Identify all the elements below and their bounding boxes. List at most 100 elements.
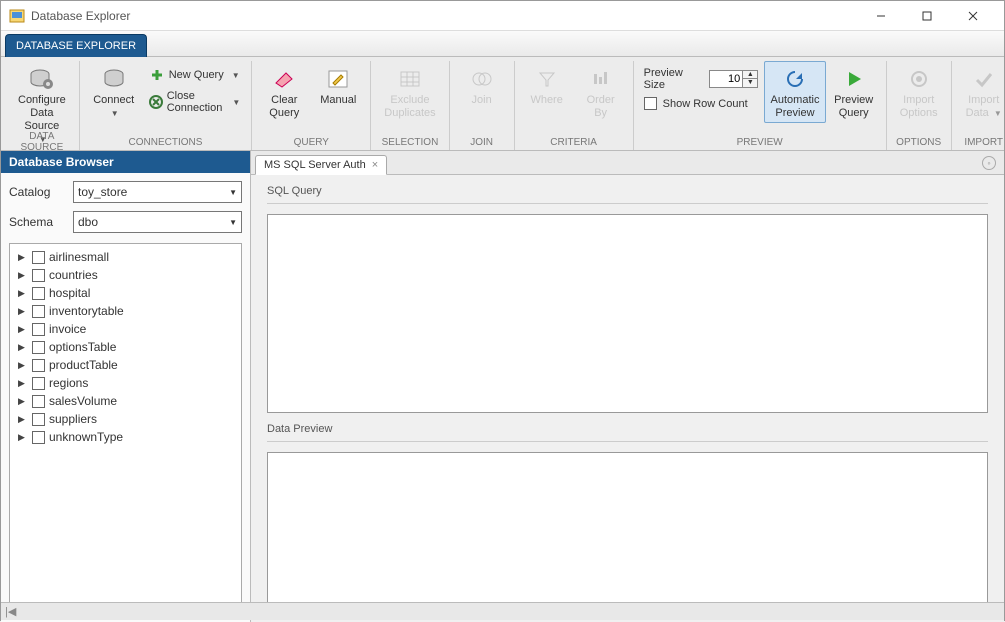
exclude-duplicates-button[interactable]: Exclude Duplicates [377, 61, 442, 123]
tree-node[interactable]: ▶ regions [12, 374, 239, 392]
order-by-button[interactable]: Order By [575, 61, 627, 123]
minimize-button[interactable] [858, 1, 904, 31]
database-connect-icon [101, 66, 127, 92]
exclude-label: Exclude Duplicates [384, 94, 435, 120]
close-button[interactable] [950, 1, 996, 31]
preview-size-input[interactable] [709, 70, 743, 88]
sidebar: Database Browser Catalog toy_store ▼ Sch… [1, 151, 251, 622]
sql-query-box[interactable] [267, 214, 988, 413]
expand-icon[interactable]: ▶ [18, 378, 28, 389]
join-button[interactable]: Join [456, 61, 508, 110]
where-button[interactable]: Where [521, 61, 573, 110]
chevron-down-icon: ▼ [229, 218, 237, 227]
tree-node-label: suppliers [49, 412, 97, 426]
expand-icon[interactable]: ▶ [18, 306, 28, 317]
tree-node[interactable]: ▶inventorytable [12, 302, 239, 320]
close-tab-icon[interactable]: × [372, 159, 378, 171]
tree-node[interactable]: ▶optionsTable [12, 338, 239, 356]
group-label-connections: CONNECTIONS [86, 137, 246, 150]
chevron-down-icon: ▼ [229, 188, 237, 197]
tree-node[interactable]: ▶ salesVolume [12, 392, 239, 410]
tree-node[interactable]: ▶ suppliers [12, 410, 239, 428]
tree-checkbox[interactable] [32, 413, 45, 426]
tree-node[interactable]: ▶ invoice [12, 320, 239, 338]
schema-select[interactable]: dbo ▼ [73, 211, 242, 233]
tab-database-explorer[interactable]: DATABASE EXPLORER [5, 34, 147, 57]
catalog-label: Catalog [9, 185, 65, 199]
document-tab-label: MS SQL Server Auth [264, 159, 366, 171]
close-connection-label: Close Connection [167, 90, 225, 114]
tree-node-label: regions [49, 376, 88, 390]
expand-icon[interactable]: ▶ [18, 414, 28, 425]
expand-icon[interactable]: ▶ [18, 342, 28, 353]
data-preview-label: Data Preview [267, 423, 988, 435]
dropdown-icon: ▼ [111, 109, 119, 118]
tree-node[interactable]: ▶productTable [12, 356, 239, 374]
group-label-import: IMPORT [958, 137, 1005, 150]
orderby-label: Order By [587, 94, 615, 120]
tree-checkbox[interactable] [32, 431, 45, 444]
automatic-preview-button[interactable]: Automatic Preview [764, 61, 825, 123]
data-preview-box[interactable] [267, 452, 988, 612]
sql-query-label: SQL Query [267, 185, 988, 197]
expand-icon[interactable]: ▶ [18, 324, 28, 335]
import-data-button[interactable]: Import Data ▼ [958, 61, 1005, 123]
show-row-count-checkbox[interactable] [644, 97, 657, 110]
table-tree[interactable]: ▶airlinesmall▶countries▶hospital▶invento… [9, 243, 242, 614]
expand-icon[interactable]: ▶ [18, 396, 28, 407]
import-options-button[interactable]: Import Options [893, 61, 945, 123]
maximize-button[interactable] [904, 1, 950, 31]
ribbon-group-import: Import Data ▼ IMPORT [952, 61, 1005, 150]
tree-node[interactable]: ▶hospital [12, 284, 239, 302]
tree-checkbox[interactable] [32, 377, 45, 390]
tab-options-icon[interactable]: ◦ [982, 156, 996, 170]
tree-checkbox[interactable] [32, 251, 45, 264]
tree-checkbox[interactable] [32, 269, 45, 282]
tree-node-label: salesVolume [49, 394, 117, 408]
dropdown-icon: ▼ [232, 71, 240, 80]
tree-checkbox[interactable] [32, 305, 45, 318]
connect-button[interactable]: Connect▼ [86, 61, 142, 123]
gear-icon [908, 66, 930, 92]
refresh-icon [784, 66, 806, 92]
tree-node-label: unknownType [49, 430, 123, 444]
tabstrip: DATABASE EXPLORER [1, 31, 1004, 57]
database-gear-icon [29, 66, 55, 92]
expand-icon[interactable]: ▶ [18, 360, 28, 371]
configure-label: Configure Data Source [18, 94, 66, 132]
close-connection-button[interactable]: Close Connection ▼ [144, 87, 246, 117]
new-query-label: New Query [169, 69, 224, 81]
expand-icon[interactable]: ▶ [18, 432, 28, 443]
tree-node-label: invoice [49, 322, 86, 336]
expand-icon[interactable]: ▶ [18, 270, 28, 281]
window-title: Database Explorer [31, 9, 130, 23]
nav-prev-icon[interactable]: |◀ [5, 605, 16, 618]
clear-query-button[interactable]: Clear Query [258, 61, 310, 123]
catalog-select[interactable]: toy_store ▼ [73, 181, 242, 203]
tree-checkbox[interactable] [32, 395, 45, 408]
group-label-preview: PREVIEW [640, 137, 880, 150]
manual-button[interactable]: Manual [312, 61, 364, 110]
group-label-selection: SELECTION [377, 137, 442, 150]
tree-checkbox[interactable] [32, 287, 45, 300]
tree-checkbox[interactable] [32, 323, 45, 336]
sort-icon [591, 66, 611, 92]
tree-node[interactable]: ▶ unknownType [12, 428, 239, 446]
where-label: Where [530, 94, 562, 107]
group-label-join: JOIN [456, 137, 508, 150]
preview-query-button[interactable]: Preview Query [828, 61, 880, 123]
content-area: MS SQL Server Auth × ◦ SQL Query Data Pr… [251, 151, 1004, 622]
group-label-query: QUERY [258, 137, 364, 150]
ribbon-group-query: Clear Query Manual QUERY [252, 61, 371, 150]
tree-checkbox[interactable] [32, 341, 45, 354]
tree-checkbox[interactable] [32, 359, 45, 372]
app-icon [9, 8, 25, 24]
expand-icon[interactable]: ▶ [18, 252, 28, 263]
tree-node[interactable]: ▶countries [12, 266, 239, 284]
document-tab[interactable]: MS SQL Server Auth × [255, 155, 387, 175]
expand-icon[interactable]: ▶ [18, 288, 28, 299]
new-query-button[interactable]: New Query ▼ [144, 65, 246, 85]
tree-node[interactable]: ▶airlinesmall [12, 248, 239, 266]
status-bar: |◀ [1, 602, 1004, 620]
spinner-buttons[interactable]: ▲▼ [743, 70, 758, 88]
